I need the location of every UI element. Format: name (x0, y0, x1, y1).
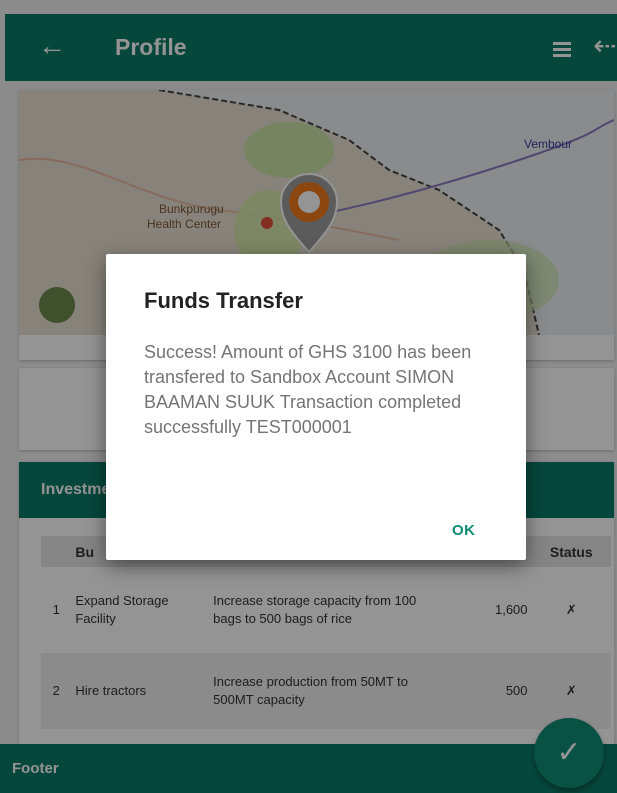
ok-button[interactable]: OK (452, 522, 476, 539)
dialog-title: Funds Transfer (144, 288, 303, 313)
dialog-message: Success! Amount of GHS 3100 has been tra… (144, 342, 472, 437)
funds-transfer-dialog: Funds Transfer Success! Amount of GHS 31… (106, 254, 526, 560)
